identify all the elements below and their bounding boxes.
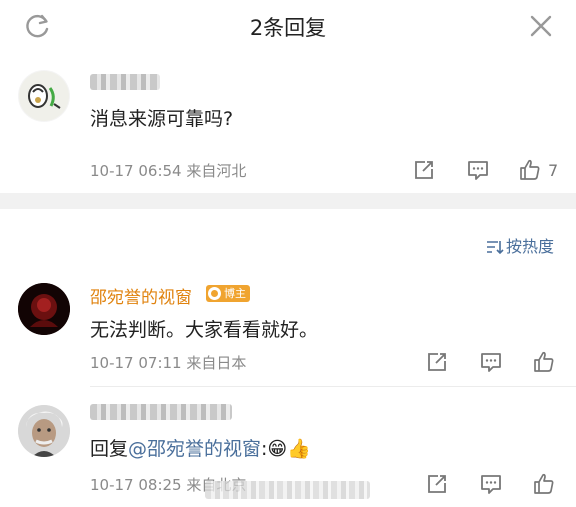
- reply-text: 无法判断。大家看看就好。: [90, 319, 319, 341]
- reply-emoji: :😁👍: [261, 438, 311, 460]
- like-count: 7: [548, 161, 559, 180]
- sort-button[interactable]: 按热度: [486, 233, 554, 257]
- reply-prefix: 回复: [90, 438, 129, 460]
- like-icon[interactable]: [532, 472, 556, 496]
- sort-label: 按热度: [505, 237, 554, 256]
- username[interactable]: 邵宛誉的视窗: [90, 283, 192, 308]
- share-icon[interactable]: [412, 158, 436, 182]
- reply-text: 回复@邵宛誉的视窗:😁👍: [90, 434, 311, 461]
- avatar[interactable]: [18, 405, 70, 457]
- watermark: [205, 481, 370, 499]
- avatar[interactable]: [18, 283, 70, 335]
- comment-icon[interactable]: [479, 472, 503, 496]
- sort-icon: [486, 241, 504, 255]
- badge-label: 博主: [224, 287, 246, 300]
- comment-text: 消息来源可靠吗?: [90, 108, 234, 130]
- share-icon[interactable]: [425, 350, 449, 374]
- header: 2条回复: [0, 0, 576, 52]
- comment-meta: 10-17 06:54 来自河北: [90, 162, 247, 180]
- like-icon[interactable]: [532, 350, 556, 374]
- mention-link[interactable]: @邵宛誉的视窗: [128, 438, 261, 460]
- username-blurred[interactable]: [90, 74, 160, 90]
- badge-icon: [208, 287, 221, 300]
- reply-meta: 10-17 07:11 来自日本: [90, 354, 247, 372]
- like-icon[interactable]: [518, 158, 542, 182]
- close-icon[interactable]: [528, 13, 554, 39]
- section-divider: [0, 193, 576, 209]
- share-icon[interactable]: [425, 472, 449, 496]
- comment-icon[interactable]: [479, 350, 503, 374]
- author-badge: 博主: [206, 285, 250, 302]
- comment-icon[interactable]: [466, 158, 490, 182]
- page-title: 2条回复: [249, 16, 327, 40]
- username-blurred[interactable]: [90, 404, 232, 420]
- divider: [90, 386, 576, 387]
- avatar[interactable]: [18, 70, 70, 122]
